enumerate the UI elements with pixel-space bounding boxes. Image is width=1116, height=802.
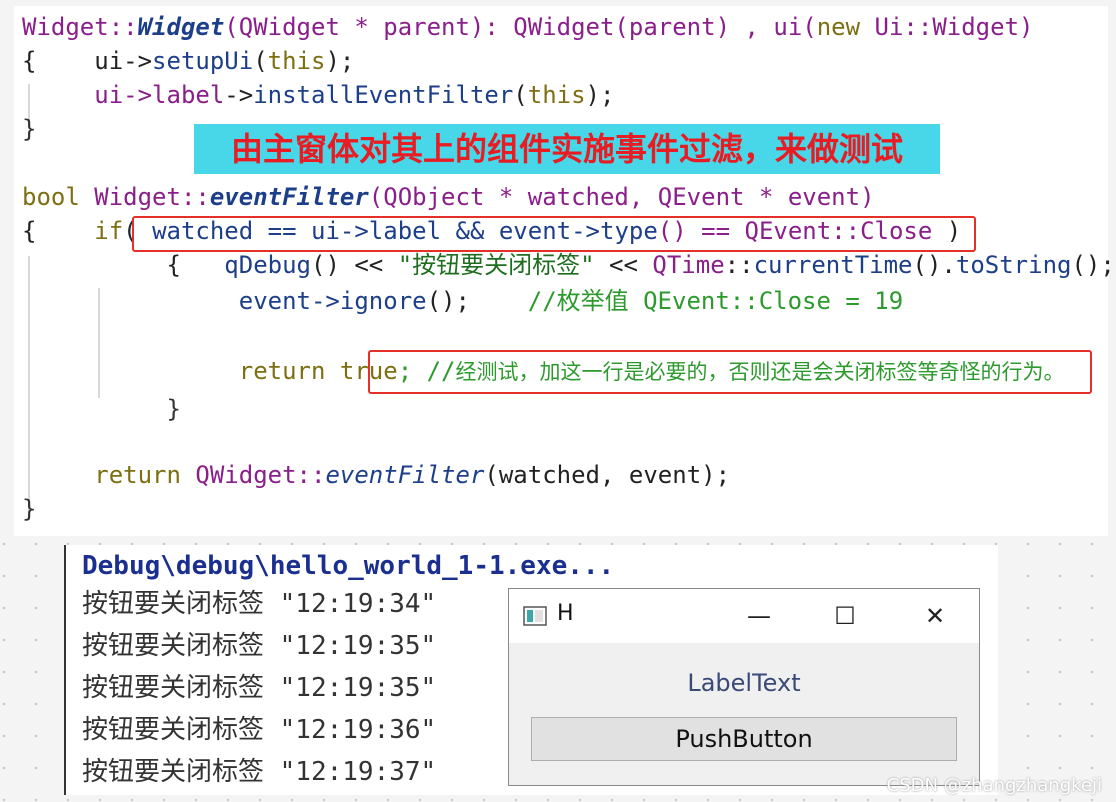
code-line-3: ui->label->installEventFilter(this); — [22, 81, 615, 109]
app-icon — [523, 606, 547, 626]
code-line-11: return QWidget::eventFilter(watched, eve… — [94, 461, 731, 489]
code-line-4: } — [22, 115, 37, 143]
highlight-box-comment — [368, 350, 1092, 394]
push-button[interactable]: PushButton — [531, 717, 957, 761]
annotation-banner: 由主窗体对其上的组件实施事件过滤，来做测试 — [194, 124, 940, 174]
label-text: LabelText — [687, 669, 801, 697]
code-line-10: } — [22, 395, 181, 423]
code-editor: Widget::Widget(QWidget * parent): QWidge… — [14, 6, 1115, 536]
window-title: H — [557, 601, 574, 626]
close-button[interactable]: ✕ — [913, 597, 957, 635]
app-window: H — ☐ ✕ LabelText PushButton — [508, 588, 980, 786]
watermark: CSDN @zhangzhangkeji — [886, 775, 1102, 796]
console-header: Debug\debug\hello_world_1-1.exe... — [82, 551, 615, 581]
console-line: 按钮要关闭标签 "12:19:37" — [82, 757, 437, 787]
code-line-12: } — [22, 495, 37, 523]
code-line-8: event->ignore(); //枚举值 QEvent::Close = 1… — [22, 287, 904, 315]
maximize-button[interactable]: ☐ — [823, 597, 867, 635]
code-line-1: Widget::Widget(QWidget * parent): QWidge… — [22, 13, 1034, 41]
highlight-box-condition — [132, 216, 976, 252]
console-line: 按钮要关闭标签 "12:19:36" — [82, 715, 437, 745]
code-line-2: { ui->setupUi(this); — [22, 47, 355, 75]
console-line: 按钮要关闭标签 "12:19:35" — [82, 673, 437, 703]
console-line: 按钮要关闭标签 "12:19:35" — [82, 631, 437, 661]
minimize-button[interactable]: — — [737, 597, 781, 635]
code-line-7: { qDebug() << "按钮要关闭标签" << QTime::curren… — [22, 251, 1115, 279]
window-titlebar[interactable]: H — ☐ ✕ — [509, 589, 979, 643]
code-line-5: bool Widget::eventFilter(QObject * watch… — [22, 183, 875, 211]
console-line: 按钮要关闭标签 "12:19:34" — [82, 589, 437, 619]
